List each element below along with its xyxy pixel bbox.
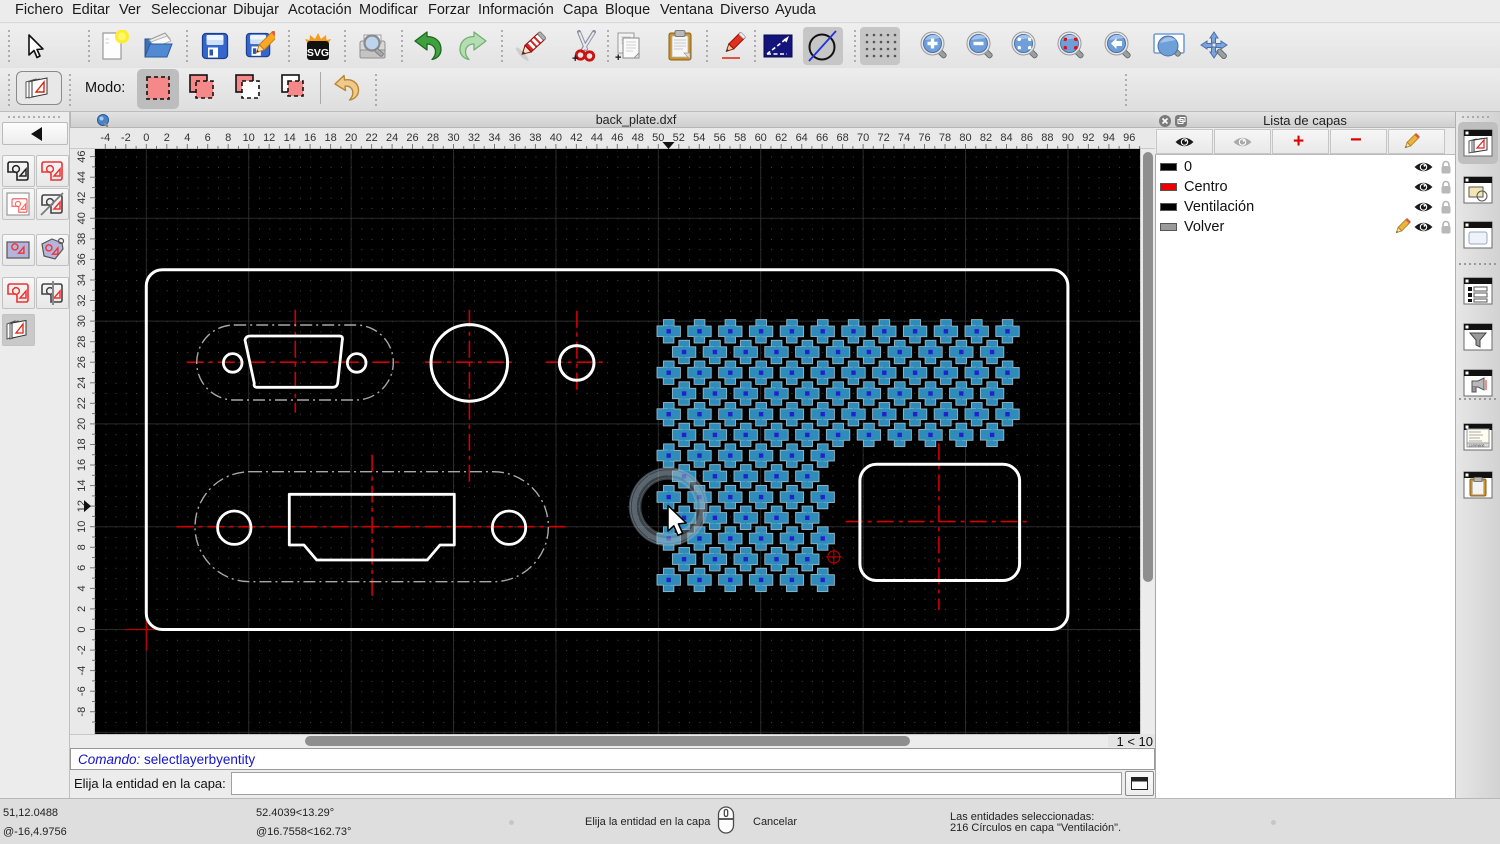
svg-text:92: 92 [1082,132,1094,144]
svg-text:-4: -4 [100,132,110,144]
svg-text:64: 64 [796,132,808,144]
svg-text:54: 54 [693,132,705,144]
svg-text:88: 88 [1041,132,1053,144]
svg-text:24: 24 [386,132,398,144]
svg-text:46: 46 [76,150,88,162]
svg-text:82: 82 [980,132,992,144]
svg-text:8: 8 [76,544,88,550]
svg-text:72: 72 [877,132,889,144]
svg-text:42: 42 [570,132,582,144]
svg-text:84: 84 [1000,132,1012,144]
svg-text:44: 44 [591,132,603,144]
svg-text:56: 56 [714,132,726,144]
svg-text:28: 28 [427,132,439,144]
svg-text:20: 20 [345,132,357,144]
svg-text:10: 10 [76,521,88,533]
svg-text:18: 18 [324,132,336,144]
svg-text:+: + [572,53,578,63]
svg-text:10: 10 [243,132,255,144]
svg-text:4: 4 [184,132,190,144]
svg-text:30: 30 [447,132,459,144]
svg-text:50: 50 [652,132,664,144]
svg-text:28: 28 [76,336,88,348]
svg-text:48: 48 [632,132,644,144]
svg-text:34: 34 [76,274,88,286]
svg-text:74: 74 [898,132,910,144]
svg-text:32: 32 [76,294,88,306]
svg-text:2: 2 [164,132,170,144]
svg-text:80: 80 [959,132,971,144]
svg-text:0: 0 [76,626,88,632]
svg-text:62: 62 [775,132,787,144]
svg-text:42: 42 [76,192,88,204]
svg-text:76: 76 [918,132,930,144]
svg-text:24: 24 [76,377,88,389]
svg-text:38: 38 [76,233,88,245]
svg-text:16: 16 [304,132,316,144]
svg-text:52: 52 [673,132,685,144]
svg-text:+: + [615,52,621,63]
svg-text:38: 38 [529,132,541,144]
svg-text:-6: -6 [76,686,88,696]
svg-text:68: 68 [836,132,848,144]
svg-text:94: 94 [1103,132,1115,144]
svg-text:18: 18 [76,438,88,450]
svg-text:14: 14 [76,479,88,491]
svg-text:36: 36 [509,132,521,144]
svg-text:78: 78 [939,132,951,144]
svg-text:40: 40 [550,132,562,144]
svg-text:86: 86 [1021,132,1033,144]
svg-text:14: 14 [284,132,296,144]
svg-text:SVG: SVG [306,47,328,59]
svg-text:2: 2 [76,606,88,612]
svg-text:90: 90 [1062,132,1074,144]
svg-text:20: 20 [76,418,88,430]
svg-text:58: 58 [734,132,746,144]
svg-text:0: 0 [143,132,149,144]
svg-text:command: command [1469,444,1484,448]
svg-text:46: 46 [611,132,623,144]
svg-text:66: 66 [816,132,828,144]
svg-text:6: 6 [205,132,211,144]
svg-text:-2: -2 [76,645,88,655]
svg-text:-8: -8 [76,707,88,717]
svg-text:-4: -4 [76,666,88,676]
svg-text:96: 96 [1123,132,1135,144]
svg-text:44: 44 [76,171,88,183]
svg-text:70: 70 [857,132,869,144]
svg-text:60: 60 [755,132,767,144]
svg-text:4: 4 [76,585,88,591]
svg-text:32: 32 [468,132,480,144]
svg-text:6: 6 [76,565,88,571]
svg-text:40: 40 [76,212,88,224]
svg-text:26: 26 [406,132,418,144]
svg-text:12: 12 [263,132,275,144]
svg-text:34: 34 [488,132,500,144]
svg-text:16: 16 [76,459,88,471]
svg-text:22: 22 [365,132,377,144]
svg-text:36: 36 [76,253,88,265]
svg-text:26: 26 [76,356,88,368]
svg-text:-2: -2 [121,132,131,144]
svg-text:22: 22 [76,397,88,409]
svg-text:30: 30 [76,315,88,327]
svg-text:8: 8 [225,132,231,144]
